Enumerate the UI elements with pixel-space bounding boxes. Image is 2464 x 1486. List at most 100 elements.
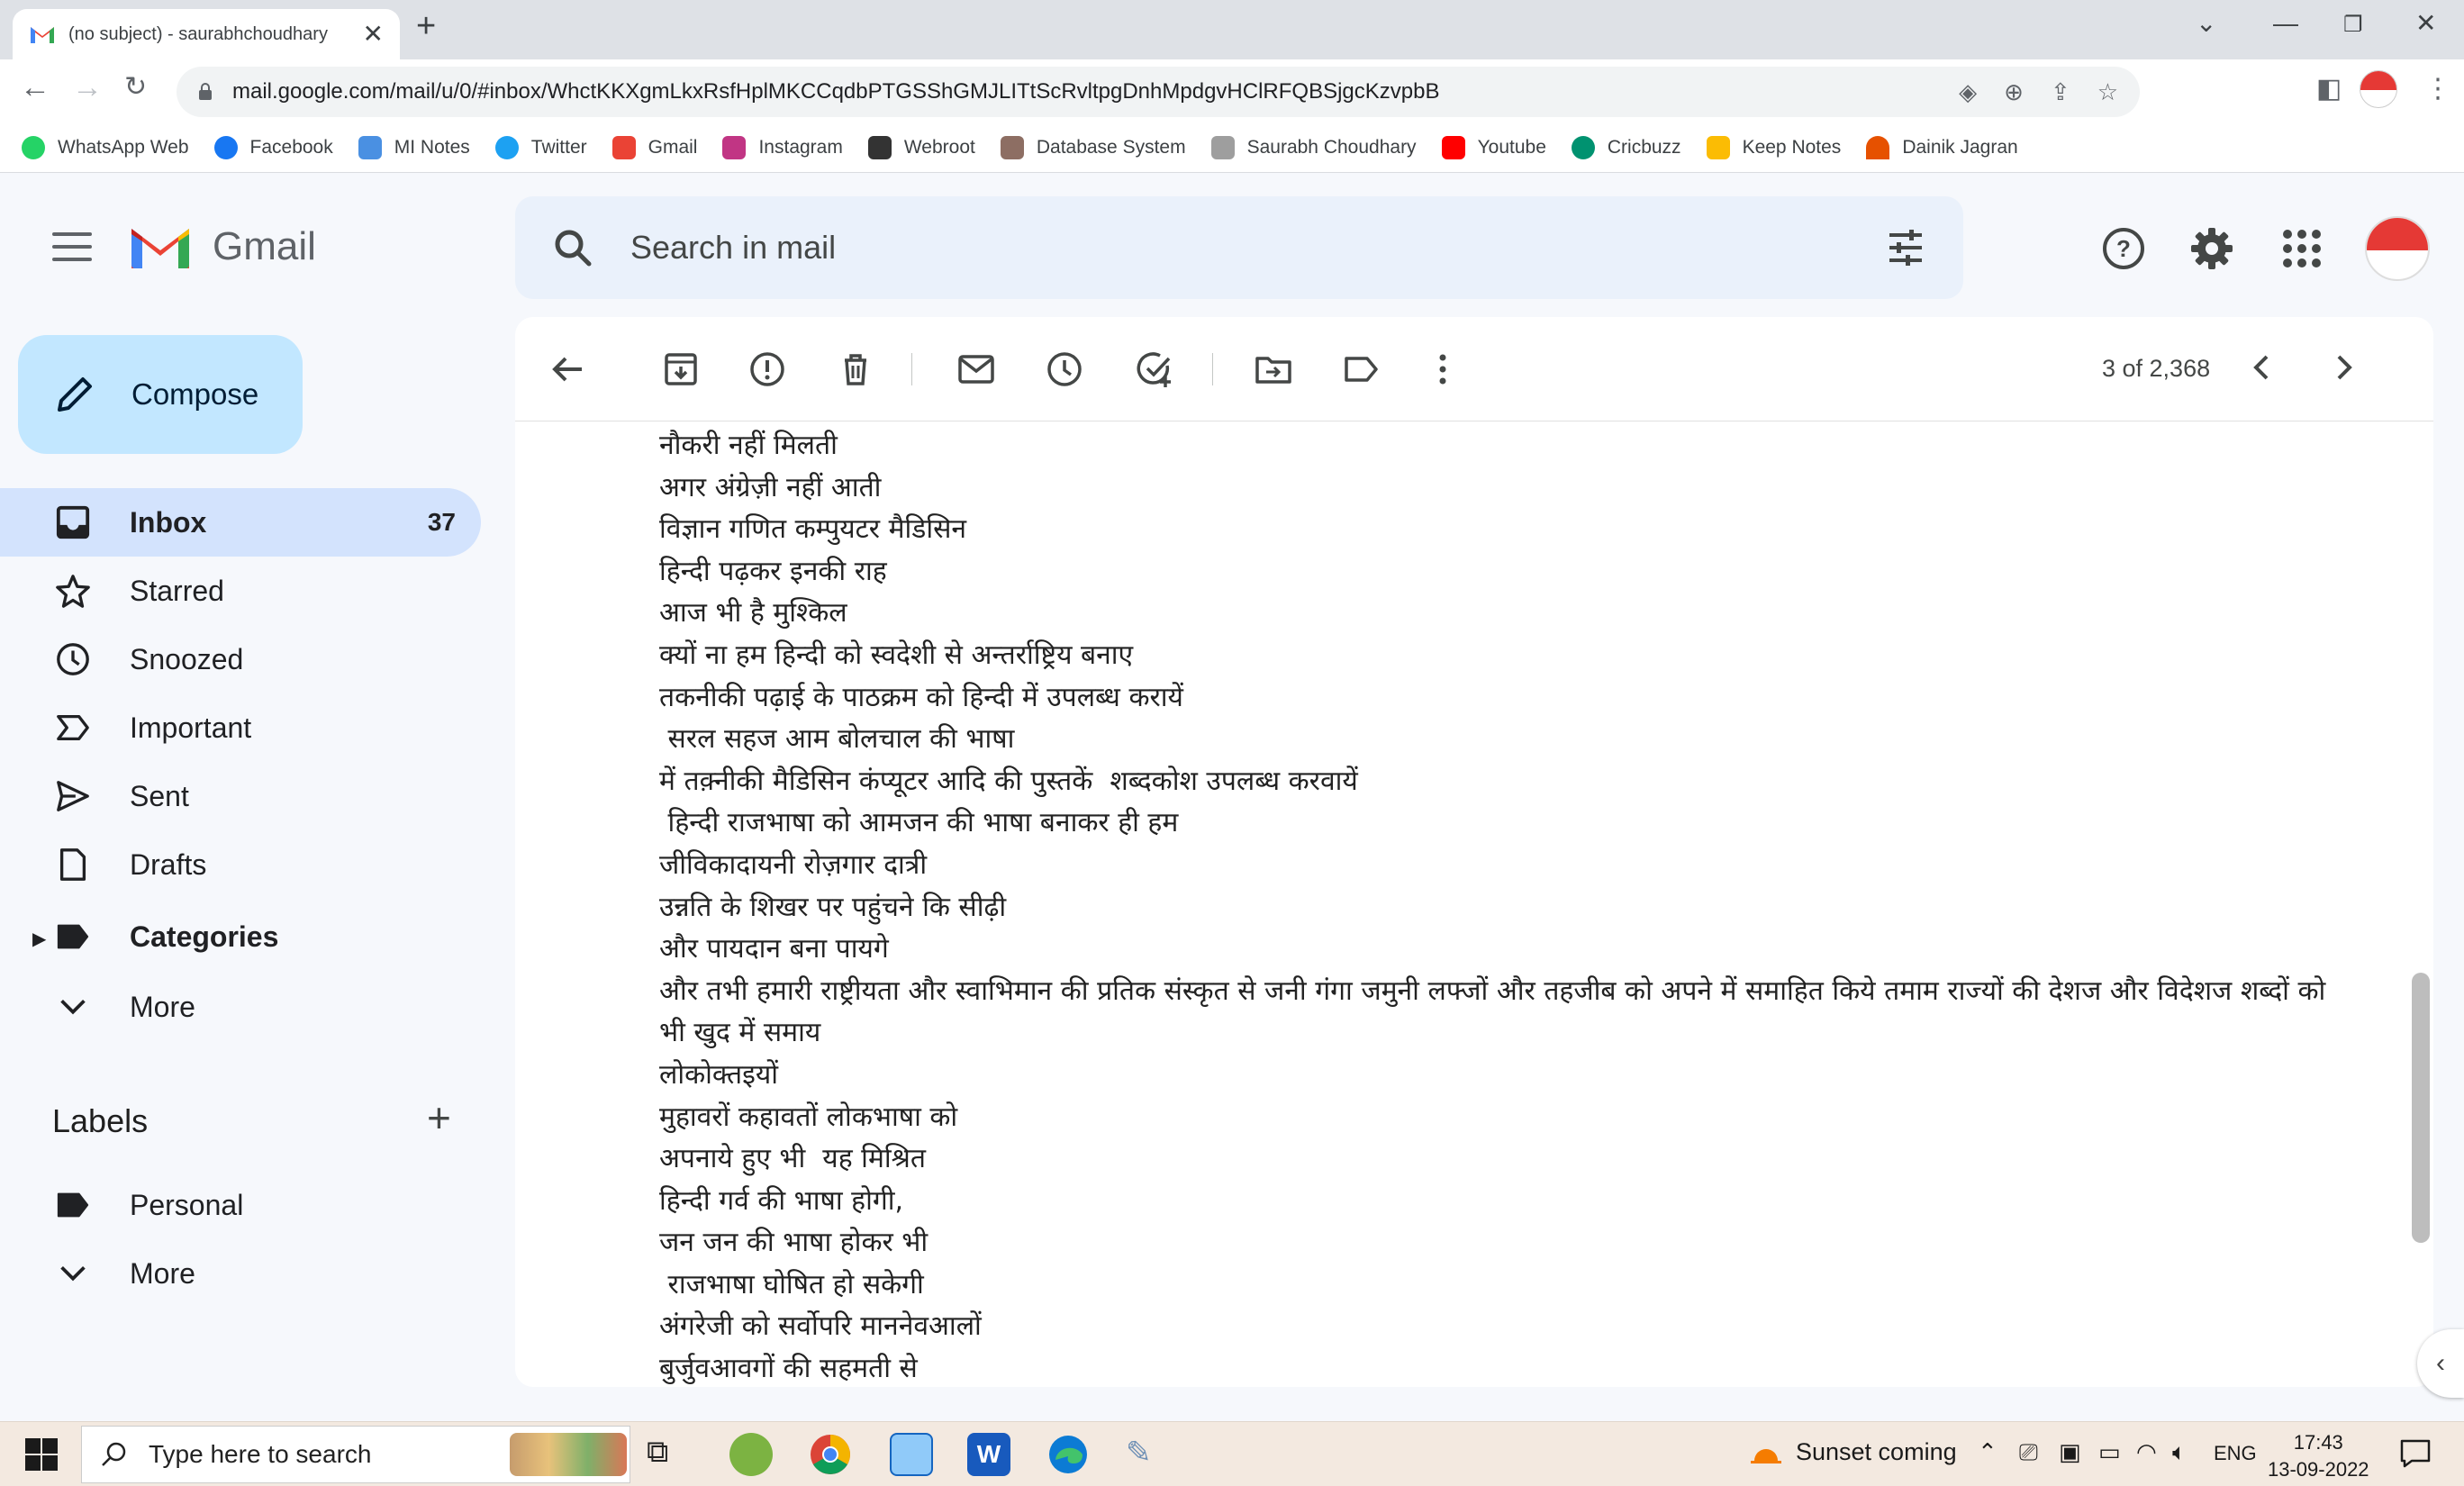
label-item-personal[interactable]: Personal <box>0 1171 481 1239</box>
chevron-down-icon <box>54 1255 92 1292</box>
show-hidden-icons-icon[interactable]: ⌃ <box>1978 1440 1997 1463</box>
network-drive-icon[interactable]: ▣ <box>2059 1440 2081 1463</box>
paint-icon[interactable]: ✎ <box>1126 1435 1169 1478</box>
message-line: जीविकादायनी रोज़गार दात्री <box>659 848 928 881</box>
task-view-icon[interactable]: ⧉ <box>647 1435 690 1478</box>
bookmark-keep-notes[interactable]: Keep Notes <box>1706 135 1841 159</box>
chrome-icon[interactable] <box>809 1433 852 1476</box>
wifi-icon[interactable]: ◠ <box>2136 1440 2157 1463</box>
word-icon[interactable]: W <box>967 1433 1010 1476</box>
url-text: mail.google.com/mail/u/0/#inbox/WhctKKXg… <box>232 79 1440 104</box>
chevron-down-icon <box>54 988 92 1026</box>
gmail-wordmark: Gmail <box>213 224 316 268</box>
input-language[interactable]: ENG <box>2214 1444 2257 1463</box>
delete-icon[interactable] <box>836 349 875 389</box>
new-tab-button[interactable]: + <box>416 9 436 43</box>
address-bar[interactable]: mail.google.com/mail/u/0/#inbox/WhctKKXg… <box>177 67 2140 117</box>
main-menu-icon[interactable] <box>52 232 92 261</box>
sidebar-item-more[interactable]: More <box>0 973 481 1041</box>
tab-search-icon[interactable]: ⌄ <box>2196 11 2216 36</box>
sidebar-item-label: Inbox <box>130 505 207 539</box>
bookmark-twitter[interactable]: Twitter <box>494 135 587 159</box>
forward-button[interactable]: → <box>72 72 103 103</box>
windows-start-icon[interactable] <box>25 1438 58 1471</box>
sidebar-item-important[interactable]: Important <box>0 693 481 762</box>
browser-menu-icon[interactable]: ⋮ <box>2424 76 2451 103</box>
zoom-icon[interactable]: ⊕ <box>2004 78 2024 106</box>
search-options-icon[interactable] <box>1884 226 1927 269</box>
mark-unread-icon[interactable] <box>956 349 996 389</box>
sidebar-item-drafts[interactable]: Drafts <box>0 830 481 899</box>
search-highlight-icon[interactable] <box>510 1433 627 1476</box>
settings-gear-icon[interactable] <box>2188 225 2235 272</box>
gmail-logo[interactable]: Gmail <box>128 222 316 272</box>
reload-button[interactable]: ↻ <box>124 74 147 101</box>
clock-time: 17:43 <box>2293 1431 2343 1454</box>
minimize-button[interactable]: — <box>2273 11 2298 36</box>
close-window-button[interactable]: ✕ <box>2415 11 2436 36</box>
snooze-icon[interactable] <box>1045 349 1084 389</box>
volume-icon[interactable]: 🔈︎ <box>2172 1440 2187 1463</box>
bookmark-mi-notes[interactable]: MI Notes <box>358 135 470 159</box>
bookmark-whatsapp[interactable]: WhatsApp Web <box>22 135 189 159</box>
notifications-icon[interactable] <box>2399 1438 2432 1469</box>
back-to-inbox-icon[interactable] <box>548 349 587 389</box>
bookmarks-bar: WhatsApp Web Facebook MI Notes Twitter G… <box>0 122 2464 173</box>
bookmark-cricbuzz[interactable]: Cricbuzz <box>1571 135 1681 159</box>
close-tab-icon[interactable]: ✕ <box>363 22 384 47</box>
message-line: में तक़्नीकी मैडिसिन कंप्यूटर आदि की पुस… <box>659 765 1358 797</box>
newer-message-icon[interactable] <box>2242 348 2282 387</box>
facebook-icon <box>213 135 238 159</box>
site-settings-icon[interactable]: ◈ <box>1959 78 1977 106</box>
bookmark-gmail[interactable]: Gmail <box>611 135 697 159</box>
label-icon <box>54 1186 92 1224</box>
sunset-icon <box>1751 1448 1781 1463</box>
bookmark-star-icon[interactable]: ☆ <box>2097 78 2118 106</box>
photo-app-icon[interactable] <box>890 1433 933 1476</box>
bookmark-facebook[interactable]: Facebook <box>213 135 333 159</box>
edge-icon[interactable] <box>1046 1433 1090 1476</box>
sidebar-item-sent[interactable]: Sent <box>0 762 481 830</box>
compose-button[interactable]: Compose <box>18 335 303 454</box>
sidebar-item-categories[interactable]: Categories <box>0 902 481 971</box>
bookmark-webroot[interactable]: Webroot <box>867 135 975 159</box>
battery-icon[interactable]: ▭ <box>2098 1440 2121 1463</box>
older-message-icon[interactable] <box>2324 348 2363 387</box>
profile-avatar[interactable] <box>2360 70 2397 108</box>
labels-icon[interactable] <box>1342 349 1381 389</box>
label-item-more[interactable]: More <box>0 1239 481 1308</box>
share-icon[interactable]: ⇪ <box>2051 78 2070 106</box>
add-to-tasks-icon[interactable] <box>1135 349 1174 389</box>
create-label-button[interactable]: + <box>427 1097 451 1138</box>
sidebar-item-starred[interactable]: Starred <box>0 557 481 625</box>
archive-icon[interactable] <box>661 349 701 389</box>
search-input[interactable] <box>630 229 1884 267</box>
help-icon[interactable]: ? <box>2100 225 2147 272</box>
more-options-icon[interactable] <box>1423 349 1463 389</box>
report-spam-icon[interactable] <box>747 349 787 389</box>
bookmark-saurabh-choudhary[interactable]: Saurabh Choudhary <box>1210 135 1417 159</box>
meet-icon[interactable]: ⎚ <box>2019 1440 2038 1463</box>
search-icon[interactable] <box>551 226 594 269</box>
account-avatar[interactable] <box>2365 216 2430 281</box>
message-line: हिन्दी पढ़कर इनकी राह <box>659 555 887 587</box>
weather-widget[interactable]: Sunset coming <box>1751 1438 1957 1466</box>
bookmark-dainik-jagran[interactable]: Dainik Jagran <box>1866 135 2018 159</box>
green-app-icon[interactable] <box>729 1433 773 1476</box>
sidebar-item-inbox[interactable]: Inbox 37 <box>0 488 481 557</box>
sidebar-item-snoozed[interactable]: Snoozed <box>0 625 481 693</box>
message-toolbar: 3 of 2,368 <box>515 317 2433 421</box>
scrollbar-thumb[interactable] <box>2412 973 2430 1243</box>
bookmark-instagram[interactable]: Instagram <box>722 135 843 159</box>
browser-tab[interactable]: (no subject) - saurabhchoudhary ✕ <box>13 9 400 59</box>
system-clock[interactable]: 17:43 13-09-2022 <box>2268 1429 2369 1483</box>
move-to-icon[interactable] <box>1254 349 1293 389</box>
bookmark-youtube[interactable]: Youtube <box>1441 135 1546 159</box>
back-button[interactable]: ← <box>20 72 50 103</box>
apps-grid-icon[interactable] <box>2278 225 2325 272</box>
side-panel-icon[interactable]: ◧ <box>2316 76 2342 103</box>
bookmark-database-system[interactable]: Database System <box>1000 135 1186 159</box>
search-bar[interactable] <box>515 196 1963 299</box>
page-icon <box>1210 135 1235 159</box>
restore-button[interactable]: ❐ <box>2343 14 2363 36</box>
